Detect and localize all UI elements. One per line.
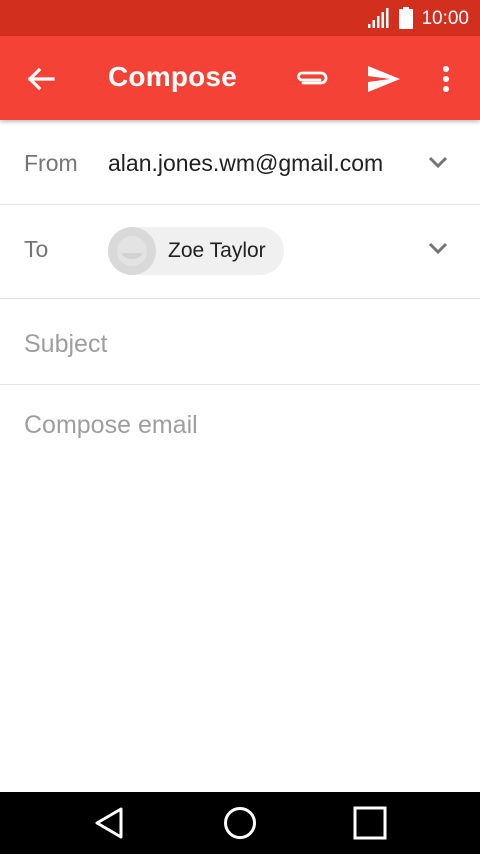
subject-input[interactable] — [24, 327, 454, 361]
status-time: 10:00 — [421, 8, 469, 29]
send-icon[interactable] — [366, 62, 402, 96]
arrow-back-icon[interactable] — [24, 62, 58, 96]
paperclip-icon[interactable] — [294, 62, 330, 96]
from-account-selector[interactable]: alan.jones.wm@gmail.com — [108, 150, 384, 177]
navigation-bar — [0, 792, 480, 854]
from-row: From alan.jones.wm@gmail.com — [0, 120, 480, 205]
more-vert-icon[interactable] — [434, 62, 458, 96]
nav-back-icon[interactable] — [91, 805, 127, 841]
nav-recents-icon[interactable] — [352, 805, 388, 841]
signal-icon — [368, 8, 389, 28]
nav-home-icon[interactable] — [222, 805, 258, 841]
app-bar: Compose — [0, 36, 480, 120]
status-bar: 10:00 — [0, 0, 480, 36]
page-title: Compose — [108, 61, 237, 92]
to-row: To Zoe Taylor — [0, 205, 480, 299]
compose-body-input[interactable] — [24, 411, 454, 781]
recipient-chip[interactable]: Zoe Taylor — [108, 227, 284, 275]
chevron-down-icon[interactable] — [424, 234, 452, 262]
contact-face-icon — [117, 236, 147, 266]
avatar — [108, 227, 156, 275]
body-area — [0, 385, 480, 792]
recipient-name: Zoe Taylor — [168, 239, 266, 262]
battery-icon — [399, 7, 413, 29]
from-label: From — [24, 150, 78, 176]
chevron-down-icon[interactable] — [424, 148, 452, 176]
subject-row — [0, 299, 480, 385]
to-label: To — [24, 236, 49, 262]
